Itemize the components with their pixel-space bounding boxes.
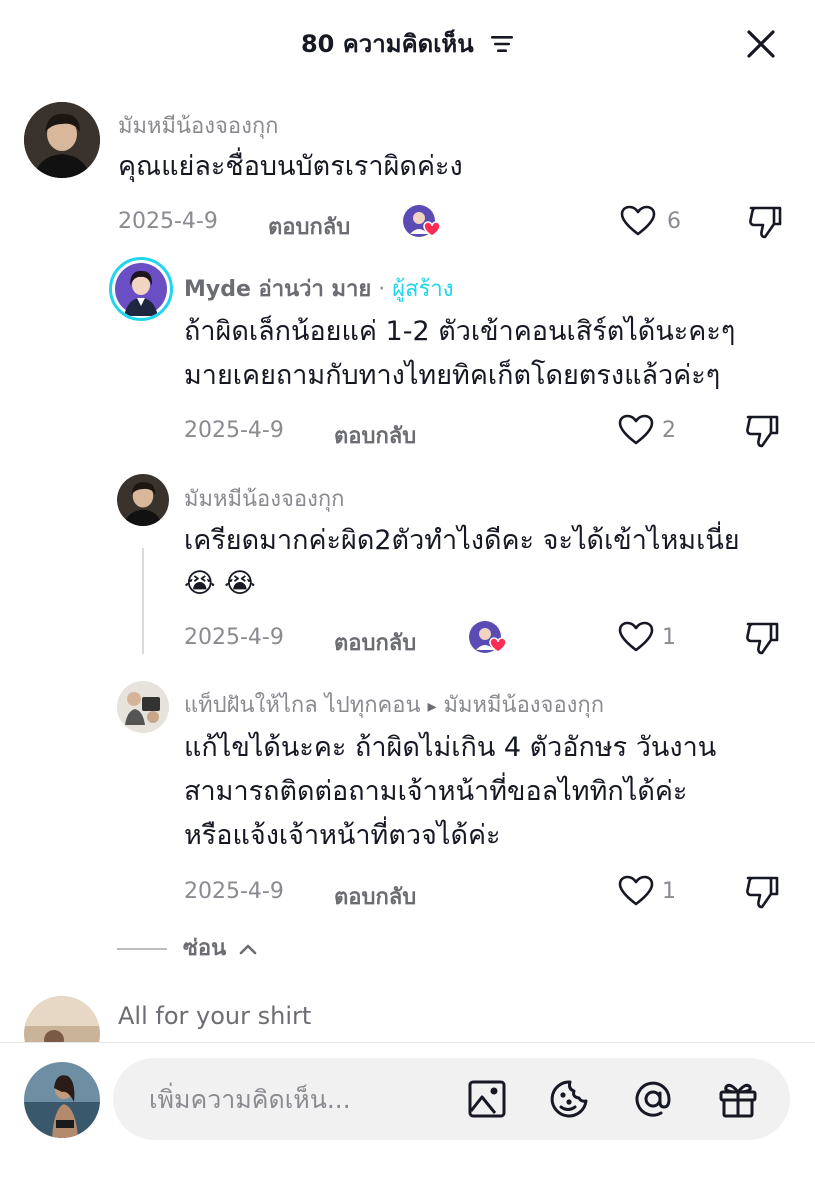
- reply-button[interactable]: ตอบกลับ: [334, 418, 416, 453]
- comment-input[interactable]: [147, 1080, 451, 1118]
- dislike-icon[interactable]: [746, 202, 784, 240]
- dislike-icon[interactable]: [743, 872, 781, 910]
- comment-text: คุณแย่ละชื่อบนบัตรเราผิดค่ะง: [118, 151, 463, 182]
- comment-input-box[interactable]: [113, 1058, 790, 1140]
- hide-replies-button[interactable]: ซ่อน: [117, 930, 258, 965]
- separator-dot: ·: [378, 277, 386, 302]
- comments-header: 80 ความคิดเห็น: [0, 24, 815, 63]
- heart-icon[interactable]: [618, 621, 654, 653]
- thread-line: [142, 548, 144, 654]
- close-icon[interactable]: [743, 26, 779, 62]
- chevron-up-icon: [239, 944, 257, 955]
- avatar[interactable]: [117, 474, 169, 526]
- comment-text-line: หรือแจ้งเจ้าหน้าที่ตวจได้ค่ะ: [184, 820, 501, 851]
- heart-icon[interactable]: [618, 414, 654, 446]
- creator-liked-badge: [468, 620, 508, 654]
- comment-date: 2025-4-9: [184, 418, 284, 443]
- comment-username[interactable]: มัมหมีน้องจองกุก: [118, 108, 279, 143]
- comment-username-line: Myde อ่านว่า มาย · ผู้สร้าง: [184, 271, 454, 306]
- comment-text-line: แก้ไขได้นะคะ ถ้าผิดไม่เกิน 4 ตัวอักษร วั…: [184, 732, 717, 763]
- comment-count-title: 80 ความคิดเห็น: [300, 30, 474, 58]
- avatar[interactable]: [24, 102, 100, 178]
- gift-icon[interactable]: [716, 1077, 760, 1121]
- filter-icon[interactable]: [490, 33, 514, 55]
- comment-emoji-line: 😭 😭: [184, 568, 256, 599]
- like-count: 1: [662, 879, 676, 904]
- mention-icon[interactable]: [631, 1077, 675, 1121]
- comment-username[interactable]: Myde อ่านว่า มาย: [184, 277, 371, 302]
- like-count: 1: [662, 625, 676, 650]
- like-count: 6: [667, 209, 681, 234]
- comment-text-line: เครียดมากค่ะผิด2ตัวทำไงดีคะ จะได้เข้าไหม…: [184, 525, 740, 556]
- comment-text-line: มายเคยถามกับทางไทยทิคเก็ตโดยตรงแล้วค่ะๆ: [184, 360, 721, 391]
- avatar[interactable]: [117, 681, 169, 733]
- heart-icon[interactable]: [620, 205, 656, 237]
- comment-username[interactable]: แท็ปฝันให้ไกล ไปทุกคอน: [184, 693, 421, 718]
- image-icon[interactable]: [465, 1077, 509, 1121]
- comment-username-line: แท็ปฝันให้ไกล ไปทุกคอน ▸ มัมหมีน้องจองกุ…: [184, 687, 604, 722]
- comment-date: 2025-4-9: [184, 879, 284, 904]
- dislike-icon[interactable]: [743, 618, 781, 656]
- heart-icon[interactable]: [618, 875, 654, 907]
- comment-text-line: สามารถติดต่อถามเจ้าหน้าที่ขอลไททิกได้ค่ะ: [184, 776, 688, 807]
- comment-text-line: ถ้าผิดเล็กน้อยแค่ 1-2 ตัวเข้าคอนเสิร์ตได…: [184, 316, 736, 347]
- like-count: 2: [662, 418, 676, 443]
- reply-button[interactable]: ตอบกลับ: [334, 879, 416, 914]
- hide-replies-label: ซ่อน: [183, 936, 227, 961]
- reply-to-username[interactable]: มัมหมีน้องจองกุก: [444, 693, 605, 718]
- comment-date: 2025-4-9: [118, 209, 218, 234]
- divider: [117, 948, 167, 950]
- creator-avatar[interactable]: [109, 257, 173, 321]
- creator-badge: ผู้สร้าง: [392, 277, 454, 302]
- reply-button[interactable]: ตอบกลับ: [334, 625, 416, 660]
- creator-liked-badge: [402, 204, 442, 238]
- dislike-icon[interactable]: [743, 411, 781, 449]
- reply-arrow-icon: ▸: [427, 696, 437, 717]
- emoji-icon[interactable]: [548, 1077, 592, 1121]
- my-avatar[interactable]: [24, 1062, 100, 1138]
- comment-username[interactable]: มัมหมีน้องจองกุก: [184, 481, 345, 516]
- reply-button[interactable]: ตอบกลับ: [268, 209, 350, 244]
- comment-date: 2025-4-9: [184, 625, 284, 650]
- comment-username[interactable]: All for your shirt: [118, 1002, 311, 1030]
